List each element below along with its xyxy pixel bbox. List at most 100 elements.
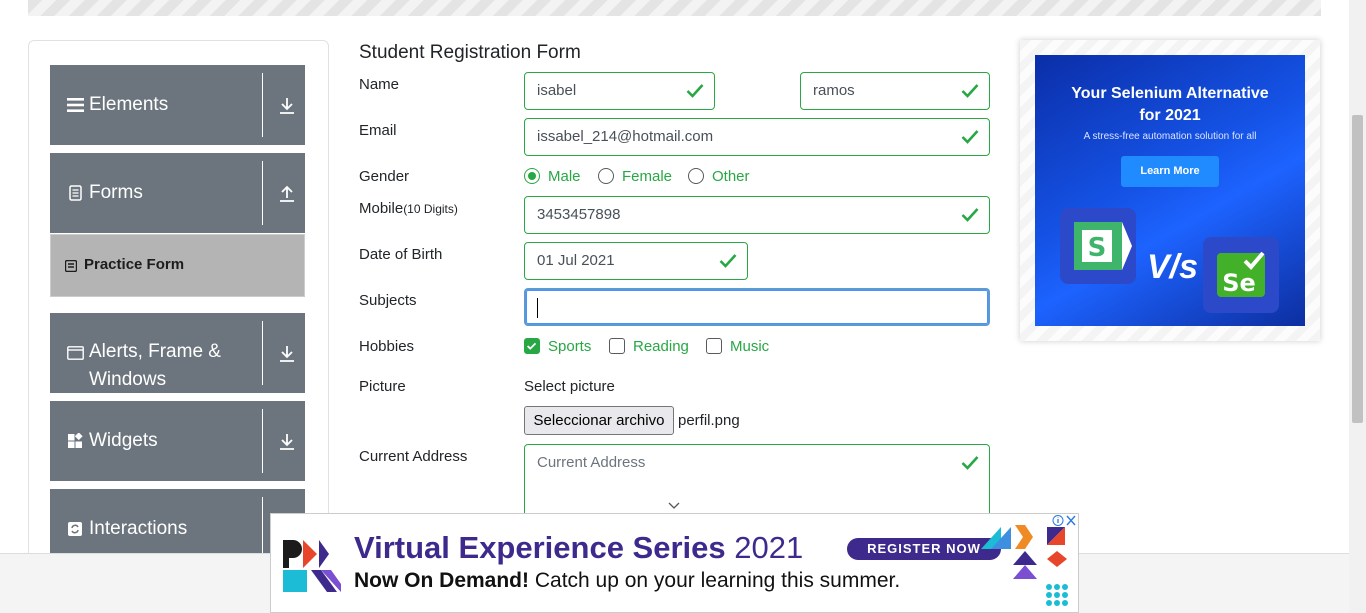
file-name: perfil.png xyxy=(678,412,740,429)
hobby-label[interactable]: Music xyxy=(730,338,769,356)
sidebar-group-elements[interactable]: Elements xyxy=(50,65,305,145)
check-icon xyxy=(527,342,537,350)
katalon-logo: S xyxy=(1060,208,1136,284)
check-icon xyxy=(961,84,979,98)
page-title: Student Registration Form xyxy=(359,42,581,63)
ad-banner[interactable]: Your Selenium Alternative for 2021 A stre… xyxy=(1035,55,1305,326)
mobile-input[interactable]: 3453457898 xyxy=(524,196,990,234)
selenium-letters: Se xyxy=(1222,269,1256,297)
window-icon xyxy=(67,346,84,360)
first-name-input[interactable]: isabel xyxy=(524,72,715,110)
ad-title: Virtual Experience Series 2021 xyxy=(354,530,803,566)
hobby-label[interactable]: Sports xyxy=(548,338,591,356)
ad-headline: Your Selenium Alternative for 2021 xyxy=(1035,83,1305,127)
first-name-value: isabel xyxy=(537,82,577,99)
widgets-icon xyxy=(68,433,83,448)
hobby-sports-checkbox[interactable] xyxy=(524,338,540,354)
document-icon xyxy=(69,185,82,201)
download-arrow-icon xyxy=(280,434,294,450)
refresh-icon xyxy=(68,522,82,536)
sidebar-group-label: Elements xyxy=(89,94,169,115)
text-cursor xyxy=(537,298,538,318)
gender-female-radio[interactable] xyxy=(598,168,614,184)
ad-close-controls[interactable] xyxy=(1050,514,1078,528)
gender-option-label[interactable]: Male xyxy=(548,168,581,186)
vertical-scrollbar[interactable] xyxy=(1349,0,1366,613)
versus-text: V/s xyxy=(1147,248,1199,286)
last-name-input[interactable]: ramos xyxy=(800,72,990,110)
gender-label: Gender xyxy=(359,168,410,185)
sidebar-item-label: Practice Form xyxy=(84,256,185,273)
mobile-value: 3453457898 xyxy=(537,206,621,223)
mobile-label-text: Mobile xyxy=(359,200,404,217)
ad-subline: Now On Demand! Catch up on your learning… xyxy=(354,569,900,593)
sidebar-group-forms[interactable]: Forms xyxy=(50,153,305,233)
ad-headline-line1: Your Selenium Alternative xyxy=(1071,85,1269,102)
subjects-label: Subjects xyxy=(359,292,417,309)
current-address-textarea[interactable]: Current Address xyxy=(524,444,990,524)
side-advertisement[interactable]: Your Selenium Alternative for 2021 A stre… xyxy=(1020,40,1320,341)
address-placeholder: Current Address xyxy=(537,454,646,471)
divider xyxy=(262,73,263,137)
email-value: issabel_214@hotmail.com xyxy=(537,128,714,145)
ad-decoration-pattern xyxy=(981,525,1068,606)
ad-subline-rest: Catch up on your learning this summer. xyxy=(529,569,901,592)
email-input[interactable]: issabel_214@hotmail.com xyxy=(524,118,990,156)
download-arrow-icon xyxy=(280,98,294,114)
sidebar-group-widgets[interactable]: Widgets xyxy=(50,401,305,481)
katalon-letter: S xyxy=(1088,233,1107,263)
bottom-advertisement[interactable]: Virtual Experience Series 2021 REGISTER … xyxy=(270,513,1079,613)
divider xyxy=(262,321,263,385)
subjects-input[interactable] xyxy=(524,288,990,326)
katalon-logo-icon: S xyxy=(1074,222,1132,270)
gender-other-radio[interactable] xyxy=(688,168,704,184)
file-upload-button[interactable]: Seleccionar archivo xyxy=(524,406,674,435)
ad-title-text: Virtual Experience Series xyxy=(354,530,726,565)
scrollbar-thumb[interactable] xyxy=(1352,115,1363,423)
pmi-logo xyxy=(283,540,341,592)
chevron-down-icon xyxy=(668,502,680,509)
divider xyxy=(262,497,263,561)
select-picture-label: Select picture xyxy=(524,378,615,395)
check-icon xyxy=(686,84,704,98)
name-label: Name xyxy=(359,76,400,93)
divider xyxy=(262,161,263,225)
upload-arrow-icon xyxy=(280,185,294,202)
learn-more-button[interactable]: Learn More xyxy=(1121,156,1219,187)
current-address-label: Current Address xyxy=(359,448,468,465)
selenium-logo-icon: Se xyxy=(1217,251,1265,297)
gender-male-radio[interactable] xyxy=(524,168,540,184)
download-arrow-icon xyxy=(280,346,294,362)
sidebar-group-label: Alerts, Frame & xyxy=(89,341,221,362)
hobby-label[interactable]: Reading xyxy=(633,338,689,356)
hobby-music-checkbox[interactable] xyxy=(706,338,722,354)
last-name-value: ramos xyxy=(813,82,855,99)
picture-label: Picture xyxy=(359,378,406,395)
ad-subtitle: A stress-free automation solution for al… xyxy=(1083,131,1257,142)
check-icon xyxy=(961,208,979,222)
dob-value: 01 Jul 2021 xyxy=(537,252,615,269)
register-now-button[interactable]: REGISTER NOW xyxy=(847,538,1001,560)
form-icon xyxy=(65,260,77,272)
hobbies-label: Hobbies xyxy=(359,338,415,355)
gender-option-label[interactable]: Female xyxy=(622,168,672,186)
dob-label: Date of Birth xyxy=(359,246,443,263)
check-icon xyxy=(719,254,737,268)
sidebar-group-label: Interactions xyxy=(89,518,188,539)
ad-info-close-icon[interactable] xyxy=(1052,514,1078,527)
check-icon xyxy=(961,456,979,470)
ad-headline-line2: for 2021 xyxy=(1139,107,1201,124)
ad-subline-bold: Now On Demand! xyxy=(354,569,530,592)
divider xyxy=(262,409,263,473)
check-icon xyxy=(961,130,979,144)
sidebar-group-alerts[interactable]: Alerts, Frame & Windows xyxy=(50,313,305,393)
date-of-birth-input[interactable]: 01 Jul 2021 xyxy=(524,242,748,280)
sidebar-group-label-line2: Windows xyxy=(89,369,167,390)
gender-option-label[interactable]: Other xyxy=(712,168,750,186)
mobile-hint: (10 Digits) xyxy=(403,202,458,216)
sidebar-group-label: Forms xyxy=(89,182,143,203)
email-label: Email xyxy=(359,122,397,139)
sidebar-item-practice-form[interactable]: Practice Form xyxy=(50,234,305,297)
top-banner-strip xyxy=(28,0,1321,16)
hobby-reading-checkbox[interactable] xyxy=(609,338,625,354)
